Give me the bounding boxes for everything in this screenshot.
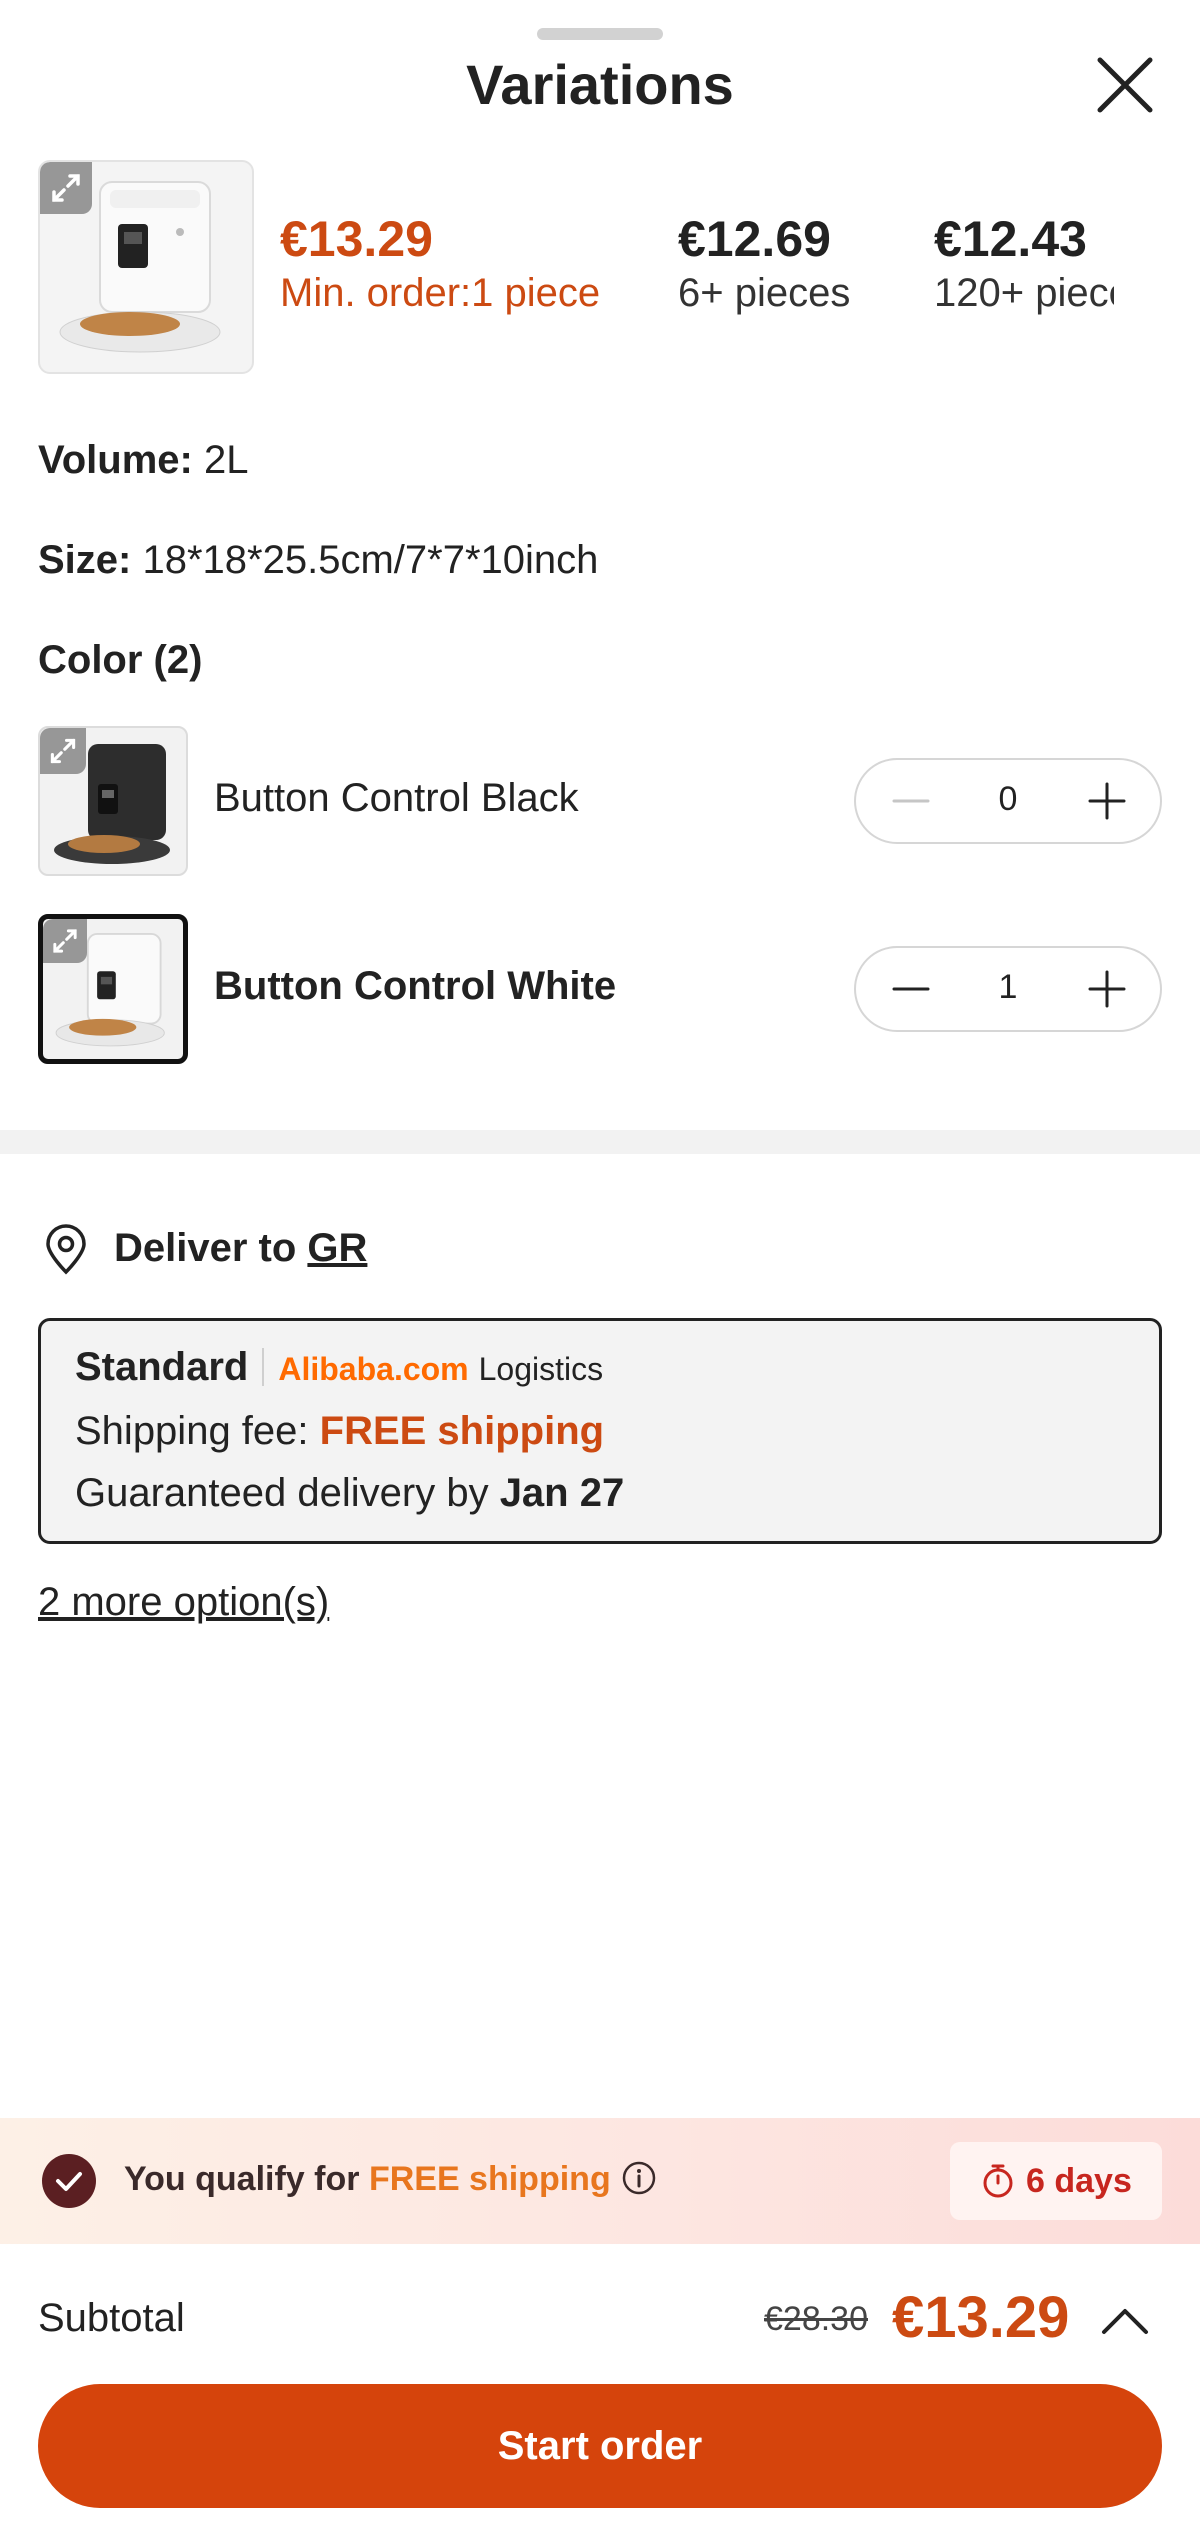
subtotal-label: Subtotal (38, 2296, 185, 2340)
chevron-up-icon[interactable] (1098, 2294, 1152, 2348)
size-attribute: Size: 18*18*25.5cm/7*7*10inch (38, 538, 598, 583)
shipping-method: Standard (75, 1345, 249, 1389)
volume-value: 2L (203, 438, 249, 482)
quantity-value[interactable]: 1 (956, 968, 1060, 1007)
color-option-black[interactable]: Button Control Black 0 (38, 726, 1162, 882)
color-thumbnail[interactable] (38, 914, 188, 1064)
price-amount: €12.43 (934, 211, 1087, 267)
drag-handle[interactable] (537, 28, 663, 40)
countdown-text: 6 days (1026, 2162, 1132, 2200)
price-quantity: 120+ pieces (934, 271, 1114, 315)
info-icon[interactable] (621, 2160, 657, 2196)
quantity-stepper: 0 (854, 758, 1162, 844)
volume-attribute: Volume: 2L (38, 438, 248, 483)
minus-icon[interactable] (866, 760, 952, 842)
location-pin-icon (38, 1222, 94, 1278)
shipping-option-card[interactable]: Standard Alibaba.com Logistics Shipping fe… (38, 1318, 1162, 1544)
price-amount: €13.29 (280, 211, 433, 267)
shipping-fee-row: Shipping fee: FREE shipping (75, 1409, 604, 1454)
size-label: Size: (38, 538, 132, 582)
free-shipping-message: You qualify for FREE shipping (124, 2160, 657, 2199)
check-circle-icon (42, 2154, 96, 2208)
plus-icon[interactable] (1064, 948, 1150, 1030)
delivery-date-label: Guaranteed delivery by (75, 1471, 500, 1515)
logistics-brand: Alibaba.com (278, 1351, 469, 1387)
price-quantity: 6+ pieces (678, 271, 851, 315)
delivery-date-row: Guaranteed delivery by Jan 27 (75, 1471, 624, 1516)
volume-label: Volume: (38, 438, 193, 482)
logistics-label: Logistics (478, 1351, 604, 1387)
color-heading-text: Color (2) (38, 638, 203, 682)
close-icon[interactable] (1090, 50, 1160, 120)
start-order-button[interactable]: Start order (38, 2384, 1162, 2508)
color-thumbnail[interactable] (38, 726, 188, 876)
free-shipping-banner: You qualify for FREE shipping 6 days (0, 2118, 1200, 2244)
countdown-badge: 6 days (950, 2142, 1162, 2220)
deliver-to-label: Deliver to (114, 1226, 308, 1270)
price-tier-2: €12.69 6+ pieces (678, 210, 850, 318)
plus-icon[interactable] (1064, 760, 1150, 842)
shipping-method-row: Standard Alibaba.com Logistics (75, 1345, 603, 1390)
shipping-fee-label: Shipping fee: (75, 1409, 320, 1453)
price-tier-1: €13.29 Min. order:1 piece (280, 210, 600, 318)
price-amount: €12.69 (678, 211, 831, 267)
delivery-date: Jan 27 (499, 1471, 625, 1515)
color-label: Button Control White (214, 964, 617, 1008)
deliver-to-text: Deliver to GR (114, 1226, 367, 1271)
quantity-stepper: 1 (854, 946, 1162, 1032)
price-tier-3: €12.43 120+ pieces (934, 210, 1114, 318)
color-heading: Color (2) (38, 638, 202, 683)
color-label: Button Control Black (214, 776, 579, 820)
separator (262, 1348, 265, 1386)
subtotal-price: €13.29 (892, 2285, 1070, 2350)
quantity-value[interactable]: 0 (956, 780, 1060, 819)
product-image[interactable] (38, 160, 254, 374)
expand-icon[interactable] (40, 162, 92, 214)
banner-highlight: FREE shipping (368, 2160, 611, 2198)
more-shipping-options-link[interactable]: 2 more option(s) (38, 1580, 329, 1625)
sheet-title: Variations (466, 53, 734, 116)
original-price: €28.30 (764, 2300, 868, 2338)
expand-icon[interactable] (40, 728, 86, 774)
country-link[interactable]: GR (307, 1226, 367, 1270)
size-value: 18*18*25.5cm/7*7*10inch (142, 538, 599, 582)
stopwatch-icon (980, 2162, 1016, 2200)
price-quantity: Min. order:1 piece (280, 271, 601, 315)
section-divider (0, 1130, 1200, 1154)
expand-icon[interactable] (43, 919, 87, 963)
color-option-white[interactable]: Button Control White 1 (38, 914, 1162, 1070)
shipping-fee-value: FREE shipping (319, 1409, 605, 1453)
minus-icon[interactable] (866, 948, 952, 1030)
banner-prefix: You qualify for (124, 2160, 369, 2198)
variations-sheet: Variations €13.29 Min. order:1 piece €12… (0, 0, 1200, 2545)
